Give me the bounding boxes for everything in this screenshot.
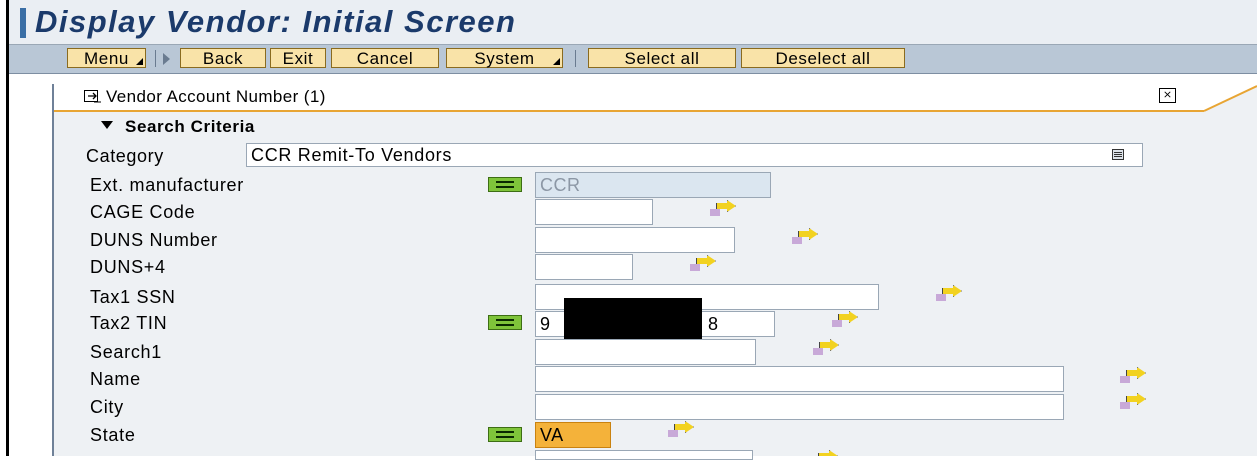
toolbar-separator [155, 50, 156, 67]
section-title: Search Criteria [125, 117, 255, 136]
close-icon[interactable]: ⨯ [1159, 88, 1176, 103]
multiple-selection-icon[interactable] [710, 200, 738, 216]
equals-operator-icon[interactable] [488, 427, 522, 442]
city-field[interactable] [535, 394, 1064, 420]
equals-operator-icon[interactable] [488, 177, 522, 192]
field-label-tax2-tin: Tax2 TIN [90, 313, 168, 333]
name-field[interactable] [535, 366, 1064, 392]
multiple-selection-icon[interactable] [792, 228, 820, 244]
dropdown-icon[interactable] [1112, 149, 1124, 160]
panel-header-title: Vendor Account Number (1) [106, 87, 326, 106]
multiple-selection-icon[interactable] [1120, 393, 1148, 409]
panel-header: Vendor Account Number (1) [54, 84, 1204, 112]
menu-button[interactable]: Menu [67, 48, 146, 68]
deselect-all-button[interactable]: Deselect all [741, 48, 905, 68]
multiple-selection-icon[interactable] [832, 311, 860, 327]
next-row-field[interactable] [535, 450, 753, 460]
collapse-triangle-icon[interactable] [101, 121, 113, 129]
duns-number-field[interactable] [535, 227, 735, 253]
search1-field[interactable] [535, 339, 756, 365]
select-entry-icon [84, 90, 102, 109]
multiple-selection-icon[interactable] [668, 421, 696, 437]
exit-button[interactable]: Exit [270, 48, 326, 68]
field-label-cage-code: CAGE Code [90, 202, 196, 222]
cancel-button[interactable]: Cancel [331, 48, 439, 68]
redaction-block [564, 298, 702, 344]
tax2-tin-value-start: 9 [540, 314, 551, 334]
title-accent-bar [20, 8, 26, 38]
ext-manufacturer-field: CCR [535, 172, 771, 198]
state-field[interactable]: VA [535, 422, 611, 448]
field-label-duns-number: DUNS Number [90, 230, 218, 250]
title-bar: Display Vendor: Initial Screen [9, 0, 1257, 45]
multiple-selection-icon[interactable] [812, 450, 840, 456]
field-label-duns-plus4: DUNS+4 [90, 257, 166, 277]
back-button[interactable]: Back [180, 48, 266, 68]
system-menu-button[interactable]: System [446, 48, 563, 68]
multiple-selection-icon[interactable] [690, 255, 718, 271]
category-label: Category [86, 146, 164, 166]
category-select[interactable]: CCR Remit-To Vendors [246, 143, 1143, 167]
field-label-name: Name [90, 369, 141, 389]
select-all-button[interactable]: Select all [588, 48, 736, 68]
field-label-state: State [90, 425, 136, 445]
multiple-selection-icon[interactable] [936, 285, 964, 301]
duns-plus4-field[interactable] [535, 254, 633, 280]
panel-left-edge [52, 84, 54, 456]
toolbar-scroll-icon[interactable] [163, 53, 170, 65]
tax2-tin-value-end: 8 [708, 314, 719, 334]
field-label-ext-manufacturer: Ext. manufacturer [90, 175, 244, 195]
field-label-city: City [90, 397, 124, 417]
page-title: Display Vendor: Initial Screen [35, 4, 517, 39]
equals-operator-icon[interactable] [488, 315, 522, 330]
multiple-selection-icon[interactable] [813, 339, 841, 355]
multiple-selection-icon[interactable] [1120, 367, 1148, 383]
field-label-tax1-ssn: Tax1 SSN [90, 287, 176, 307]
cage-code-field[interactable] [535, 199, 653, 225]
field-label-search1: Search1 [90, 342, 162, 362]
application-toolbar: Menu Back Exit Cancel System Select all … [9, 45, 1257, 74]
toolbar-separator [575, 50, 576, 67]
